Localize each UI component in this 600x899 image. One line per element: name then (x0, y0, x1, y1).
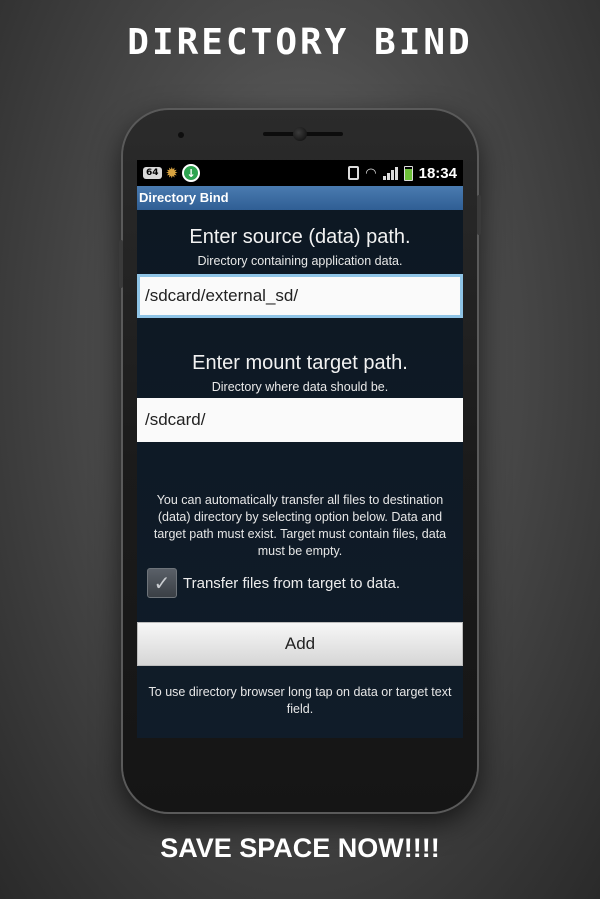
wifi-icon: ◠ (365, 165, 377, 181)
promo-footer: SAVE SPACE NOW!!!! (160, 833, 440, 863)
source-heading: Enter source (data) path. (189, 226, 411, 248)
gear-icon: ✹ (165, 163, 179, 182)
promo-title: DIRECTORY BIND (127, 22, 473, 63)
main-content: Enter source (data) path. Directory cont… (137, 210, 463, 738)
signal-icon (382, 166, 398, 180)
directory-browser-hint: To use directory browser long tap on dat… (148, 685, 452, 716)
clock: 18:34 (418, 164, 457, 182)
front-camera (293, 127, 307, 141)
app-title: Directory Bind (139, 190, 229, 205)
target-subtext: Directory where data should be. (211, 380, 389, 394)
transfer-info-text: You can automatically transfer all files… (153, 493, 447, 558)
add-button[interactable]: Add (137, 622, 463, 666)
transfer-checkbox[interactable]: ✓ (147, 568, 177, 598)
power-button (477, 195, 481, 235)
battery-icon (403, 165, 413, 181)
64-badge-icon: 64 (143, 167, 162, 179)
status-bar: 64 ✹ ↓ ◠ 18:34 (137, 160, 463, 186)
checkmark-icon: ✓ (153, 571, 171, 595)
transfer-option-row[interactable]: ✓ Transfer files from target to data. (147, 568, 400, 598)
volume-button (119, 240, 123, 288)
vibrate-icon (348, 166, 360, 180)
transfer-checkbox-label: Transfer files from target to data. (183, 574, 401, 592)
target-path-input[interactable] (137, 398, 463, 442)
download-icon: ↓ (182, 164, 201, 182)
source-subtext: Directory containing application data. (197, 254, 403, 268)
proximity-sensor (178, 132, 184, 138)
target-heading: Enter mount target path. (192, 352, 408, 374)
source-path-input[interactable] (137, 274, 463, 318)
phone-screen: 64 ✹ ↓ ◠ 18:34 Directory Bind Enter sour… (137, 160, 463, 738)
app-title-bar: Directory Bind (137, 186, 463, 210)
phone-frame: 64 ✹ ↓ ◠ 18:34 Directory Bind Enter sour… (119, 110, 481, 812)
